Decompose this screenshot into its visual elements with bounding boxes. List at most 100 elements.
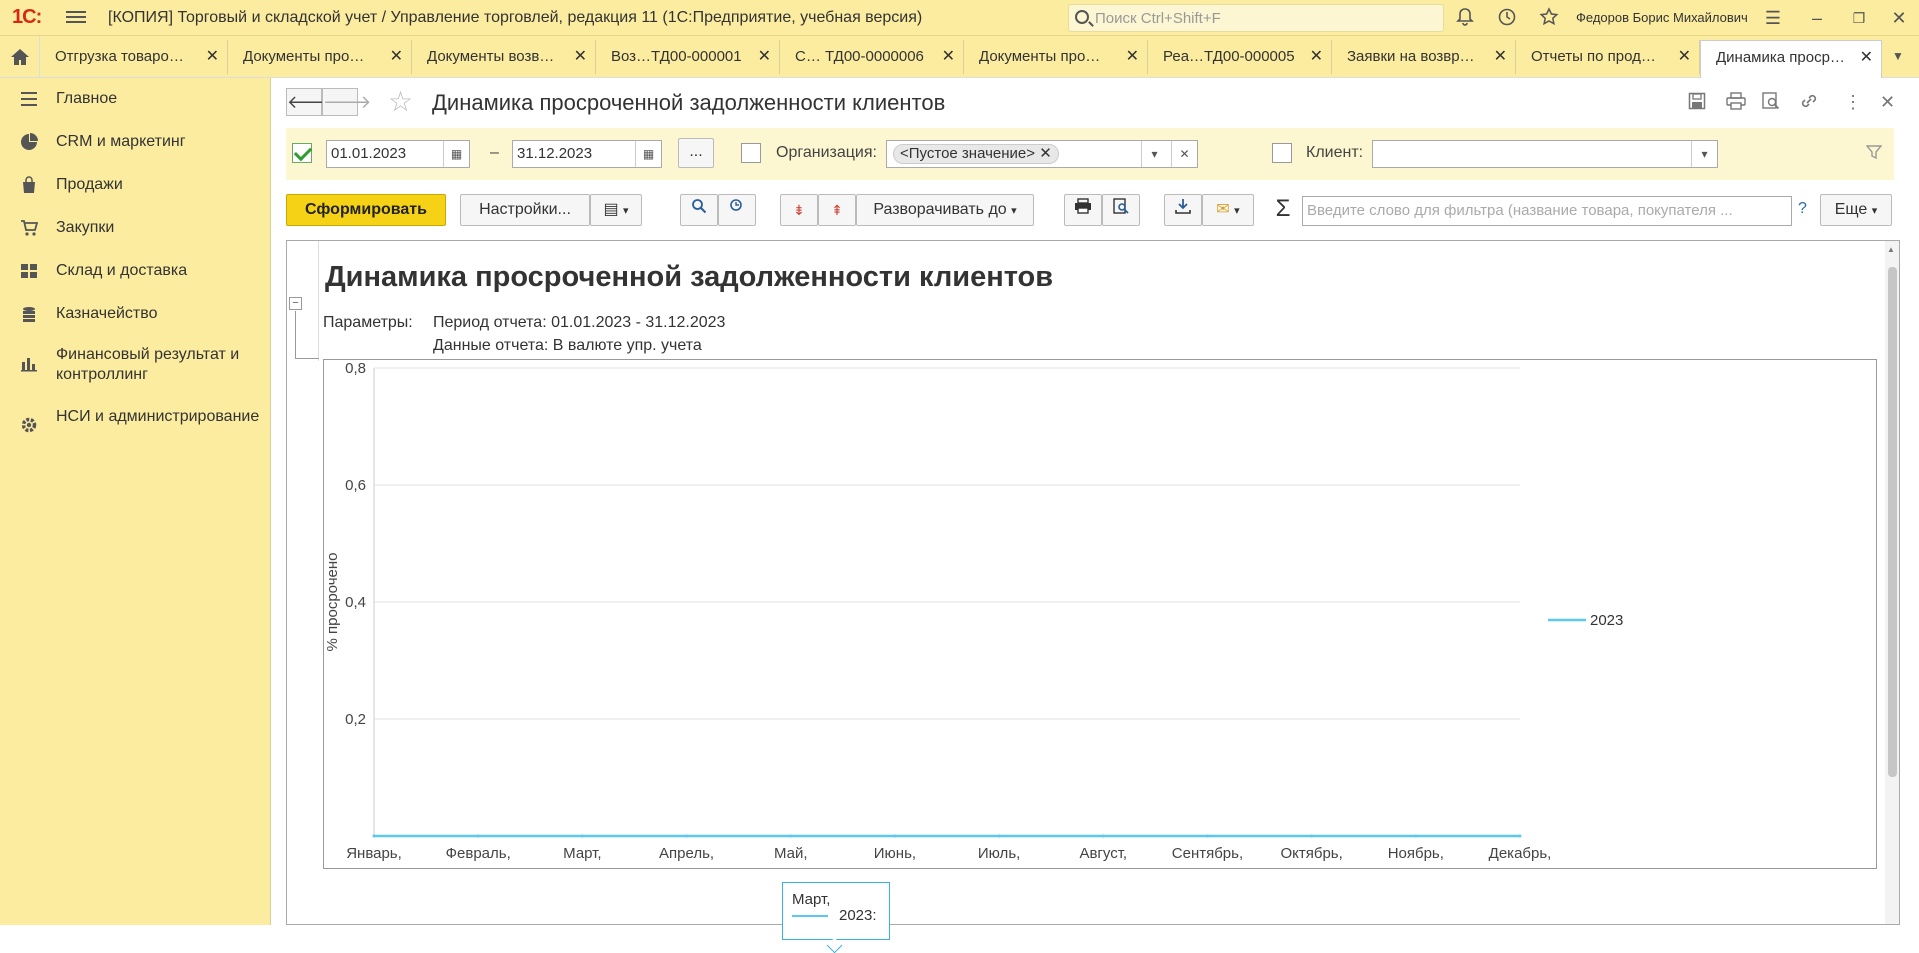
preview-icon[interactable]: [1762, 92, 1780, 115]
expand-to-dropdown[interactable]: Разворачивать до ▾: [856, 194, 1034, 226]
settings-lines-icon[interactable]: ☰: [1762, 7, 1784, 29]
vertical-scrollbar[interactable]: ▲: [1885, 241, 1899, 924]
group-gutter: −: [287, 241, 319, 361]
close-tab-icon[interactable]: ✕: [390, 40, 403, 74]
remove-value-icon[interactable]: ✕: [1039, 145, 1052, 162]
collapse-group-icon[interactable]: −: [289, 297, 302, 310]
scrollbar-thumb[interactable]: [1888, 267, 1897, 777]
date-from-field[interactable]: 01.01.2023 ▦: [326, 140, 470, 168]
data-point: [685, 834, 689, 838]
group-expand-button[interactable]: ⇞: [818, 194, 856, 226]
close-tab-icon[interactable]: ✕: [942, 40, 955, 74]
main-menu-icon[interactable]: [66, 8, 86, 28]
close-window-icon[interactable]: ✕: [1888, 7, 1910, 29]
tabs-dropdown-icon[interactable]: ▼: [1892, 49, 1904, 63]
close-tab-icon[interactable]: ✕: [574, 40, 587, 74]
data-point: [580, 834, 584, 838]
close-tab-icon[interactable]: ✕: [1310, 40, 1323, 74]
restore-icon[interactable]: ❐: [1848, 7, 1870, 29]
help-icon[interactable]: ?: [1798, 200, 1807, 218]
organization-checkbox[interactable]: [741, 143, 761, 163]
dropdown-arrow-icon[interactable]: ▾: [1141, 141, 1167, 167]
send-email-button[interactable]: ✉ ▾: [1202, 194, 1254, 226]
sum-icon[interactable]: Σ: [1268, 194, 1298, 226]
close-tab-icon[interactable]: ✕: [1126, 40, 1139, 74]
tab-8[interactable]: Отчеты по прод… ✕: [1516, 40, 1700, 74]
chart-container[interactable]: 0,2 0,4 0,6 0,8 % просрочено Январь, Февраль, М…: [323, 359, 1877, 940]
home-button[interactable]: [0, 36, 40, 78]
data-point: [789, 834, 793, 838]
client-field[interactable]: ▾: [1372, 140, 1718, 168]
print-icon: [1075, 198, 1091, 214]
report-area[interactable]: − Динамика просроченной задолженности кл…: [286, 240, 1900, 940]
favorite-star-icon[interactable]: ☆: [388, 88, 413, 116]
params-period: Период отчета: 01.01.2023 - 31.12.2023: [433, 314, 726, 331]
x-tick-label: Март,: [563, 845, 601, 862]
tab-0[interactable]: Отгрузка товаро… ✕: [40, 40, 228, 74]
data-point: [372, 834, 376, 838]
history-icon[interactable]: [1496, 7, 1518, 29]
app-logo: 1С:: [12, 6, 42, 28]
close-tab-icon[interactable]: ✕: [206, 40, 219, 74]
data-point: [893, 834, 897, 838]
minimize-icon[interactable]: –: [1806, 7, 1828, 29]
global-search-input[interactable]: Поиск Ctrl+Shift+F: [1068, 4, 1444, 32]
more-button[interactable]: Еще ▾: [1820, 194, 1892, 226]
menu-lines-icon: [21, 92, 37, 106]
filter-search-input[interactable]: Введите слово для фильтра (название това…: [1302, 196, 1792, 226]
tab-4[interactable]: С… ТД00-0000006 ✕: [780, 40, 964, 74]
tab-9-active[interactable]: Динамика проср… ✕: [1700, 40, 1882, 78]
variants-button[interactable]: ▤ ▾: [590, 194, 642, 226]
tab-6[interactable]: Реа…ТД00-000005 ✕: [1148, 40, 1332, 74]
find-button[interactable]: [680, 194, 718, 226]
save-icon[interactable]: [1688, 92, 1706, 115]
print-button[interactable]: [1064, 194, 1102, 226]
download-icon: [1175, 199, 1191, 214]
generate-button[interactable]: Сформировать: [286, 194, 446, 226]
close-tab-icon[interactable]: ✕: [1678, 40, 1691, 74]
print-icon[interactable]: [1726, 92, 1746, 115]
clear-icon[interactable]: ✕: [1171, 141, 1197, 167]
calendar-icon[interactable]: ▦: [443, 141, 469, 167]
client-checkbox[interactable]: [1272, 143, 1292, 163]
link-icon[interactable]: [1800, 92, 1818, 115]
settings-button[interactable]: Настройки...: [460, 194, 590, 226]
close-tab-icon[interactable]: ✕: [758, 40, 771, 74]
bar-chart-icon: [21, 358, 37, 372]
more-vertical-icon[interactable]: ⋮: [1844, 92, 1862, 113]
forward-button[interactable]: 🡒: [322, 88, 371, 116]
params-data: Данные отчета: В валюте упр. учета: [433, 337, 702, 354]
dropdown-arrow-icon[interactable]: ▾: [1691, 141, 1717, 167]
dropdown-arrow-icon: ▾: [623, 205, 629, 217]
print-preview-button[interactable]: [1102, 194, 1140, 226]
search-icon: [1075, 10, 1089, 24]
organization-field[interactable]: <Пустое значение> ✕ ▾ ✕: [886, 140, 1198, 168]
period-checkbox[interactable]: [292, 143, 312, 163]
x-tick-label: Май,: [774, 845, 808, 862]
close-form-icon[interactable]: ✕: [1880, 92, 1895, 113]
bell-icon[interactable]: [1454, 7, 1476, 29]
line-chart[interactable]: 0,2 0,4 0,6 0,8 % просрочено Январь, Февраль, М…: [324, 360, 1876, 868]
calendar-icon[interactable]: ▦: [635, 141, 661, 167]
close-tab-icon[interactable]: ✕: [1494, 40, 1507, 74]
tab-3[interactable]: Воз…ТД00-000001 ✕: [596, 40, 780, 74]
user-name[interactable]: Федоров Борис Михайлович: [1576, 10, 1748, 25]
tab-2[interactable]: Документы возв… ✕: [412, 40, 596, 74]
group-collapse-button[interactable]: ⇟: [780, 194, 818, 226]
tab-5[interactable]: Документы про… ✕: [964, 40, 1148, 74]
favorites-star-icon[interactable]: [1538, 7, 1560, 29]
page-title: Динамика просроченной задолженности клие…: [432, 90, 946, 115]
data-point: [1310, 834, 1314, 838]
date-to-field[interactable]: 31.12.2023 ▦: [512, 140, 662, 168]
close-tab-icon[interactable]: ✕: [1860, 41, 1873, 75]
period-select-button[interactable]: ...: [678, 138, 714, 168]
envelope-icon: ✉: [1216, 201, 1230, 218]
cart-icon: [21, 220, 38, 236]
tab-7[interactable]: Заявки на возвр… ✕: [1332, 40, 1516, 74]
filter-funnel-icon[interactable]: [1865, 144, 1884, 162]
save-to-file-button[interactable]: [1164, 194, 1202, 226]
data-point: [1518, 834, 1522, 838]
tab-1[interactable]: Документы про… ✕: [228, 40, 412, 74]
back-button[interactable]: 🡐: [286, 88, 335, 116]
find-next-button[interactable]: [718, 194, 756, 226]
